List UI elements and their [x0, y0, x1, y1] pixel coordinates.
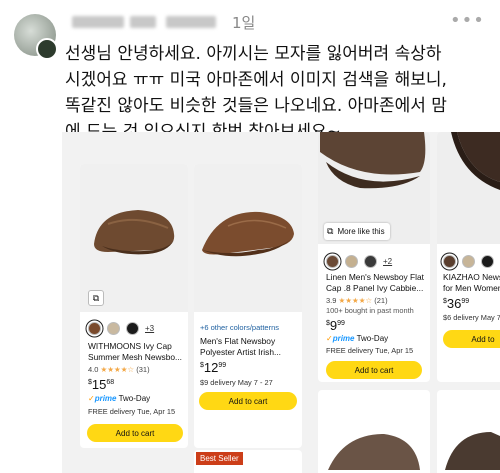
price: $999: [326, 318, 345, 333]
hat-image: [320, 132, 426, 189]
compare-icon[interactable]: ⧉: [88, 290, 104, 306]
swatch[interactable]: [364, 255, 377, 268]
review-count: (21): [374, 296, 388, 305]
product-card[interactable]: Best Seller: [194, 450, 302, 473]
add-to-cart-button[interactable]: Add to cart: [199, 392, 297, 410]
other-colors-link[interactable]: +6 other colors/patterns: [200, 323, 279, 332]
rating[interactable]: 4.0 ★★★★☆ (31): [88, 365, 150, 374]
swatch[interactable]: [107, 322, 120, 335]
color-swatches[interactable]: [443, 255, 494, 268]
product-image[interactable]: [194, 164, 302, 312]
star-icons: ★★★★☆: [338, 296, 373, 305]
hat-image: [328, 434, 420, 470]
compare-icon: ⧉: [327, 226, 334, 236]
more-swatches[interactable]: +2: [383, 257, 392, 266]
best-seller-badge: Best Seller: [196, 452, 243, 465]
delivery-info: $6 delivery May 7: [443, 313, 500, 322]
product-card[interactable]: +6 other colors/patterns Men's Flat News…: [194, 164, 302, 448]
rating-value: 4.0: [88, 365, 99, 374]
hat-image: [202, 211, 294, 257]
post-time: 1일: [232, 14, 256, 32]
product-image[interactable]: [437, 132, 500, 244]
redacted-username: [130, 16, 156, 28]
price: $1299: [200, 360, 227, 375]
rating[interactable]: 3.9 ★★★★☆ (21): [326, 296, 388, 305]
delivery-info: FREE delivery Tue, Apr 15: [88, 407, 176, 416]
swatch[interactable]: [462, 255, 475, 268]
more-dots-icon[interactable]: •••: [450, 10, 485, 31]
swatch[interactable]: [326, 255, 339, 268]
product-title[interactable]: WITHMOONS Ivy Cap Summer Mesh Newsbo...: [88, 341, 186, 362]
prime-badge: ✓prime Two-Day: [326, 334, 389, 343]
swatch[interactable]: [443, 255, 456, 268]
rating-value: 3.9: [326, 296, 337, 305]
product-title[interactable]: Men's Flat Newsboy Polyester Artist Iris…: [200, 336, 298, 357]
star-icons: ★★★★☆: [100, 365, 135, 374]
product-card[interactable]: [437, 390, 500, 473]
bought-count: 100+ bought in past month: [326, 306, 414, 315]
add-to-cart-button[interactable]: Add to: [443, 330, 500, 348]
color-swatches[interactable]: +2: [326, 255, 392, 268]
review-count: (31): [136, 365, 150, 374]
delivery-info: FREE delivery Tue, Apr 15: [326, 346, 414, 355]
swatch[interactable]: [126, 322, 139, 335]
price: $1568: [88, 377, 115, 392]
product-card[interactable]: [318, 390, 430, 473]
more-like-this-button[interactable]: ⧉ More like this: [324, 223, 390, 240]
swatch[interactable]: [88, 322, 101, 335]
add-to-cart-button[interactable]: Add to cart: [87, 424, 183, 442]
hat-image: [445, 432, 500, 470]
post-body: 선생님 안녕하세요. 아끼시는 모자를 잃어버려 속상하 시겠어요 ㅠㅠ 미국 …: [65, 41, 495, 145]
product-title[interactable]: Linen Men's Newsboy Flat Cap .8 Panel Iv…: [326, 272, 428, 293]
post-line: 시겠어요 ㅠㅠ 미국 아마존에서 이미지 검색을 해보니,: [65, 70, 447, 90]
swatch[interactable]: [481, 255, 494, 268]
delivery-info: $9 delivery May 7 - 27: [200, 378, 273, 387]
add-to-cart-button[interactable]: Add to cart: [326, 361, 422, 379]
amazon-screenshot: ⧉ +3 WITHMOONS Ivy Cap Summer Mesh Newsb…: [62, 132, 500, 473]
hat-image: [451, 132, 500, 190]
prime-badge: ✓prime Two-Day: [88, 394, 151, 403]
post-line: 똑같진 않아도 비슷한 것들은 나오네요. 아마존에서 맘: [65, 96, 447, 116]
product-card[interactable]: KIAZHAO Newsb for Men Women $3699 $6 del…: [437, 132, 500, 382]
product-card[interactable]: ⧉ +3 WITHMOONS Ivy Cap Summer Mesh Newsb…: [80, 164, 188, 448]
redacted-handle: [166, 16, 216, 28]
price: $3699: [443, 296, 470, 311]
swatch[interactable]: [345, 255, 358, 268]
product-card[interactable]: ⧉ More like this +2 Linen Men's Newsboy …: [318, 132, 430, 382]
more-like-label: More like this: [337, 227, 385, 236]
hat-image: [94, 210, 175, 255]
color-swatches[interactable]: +3: [88, 322, 154, 335]
avatar-badge: [36, 38, 58, 60]
redacted-username: [72, 16, 124, 28]
product-title[interactable]: KIAZHAO Newsb for Men Women: [443, 272, 500, 293]
more-swatches[interactable]: +3: [145, 324, 154, 333]
post-line: 선생님 안녕하세요. 아끼시는 모자를 잃어버려 속상하: [65, 44, 442, 64]
